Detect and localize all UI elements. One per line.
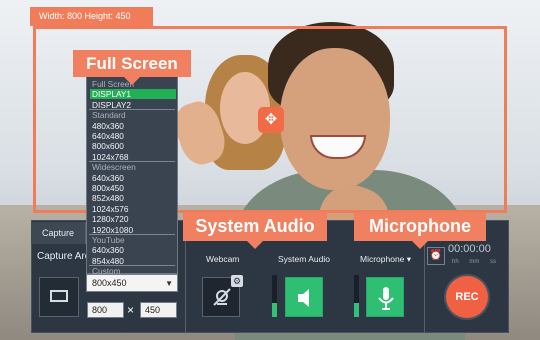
microphone-icon[interactable]: [366, 277, 404, 317]
capture-area-select[interactable]: 800x450 ▼: [86, 274, 178, 292]
microphone-callout: Microphone: [354, 212, 486, 249]
capture-area-icon[interactable]: [39, 277, 79, 317]
microphone-volume-fill: [354, 303, 359, 317]
dropdown-divider: [89, 161, 175, 163]
selected-capture-size: 800x450: [92, 278, 127, 288]
rec-button[interactable]: REC: [446, 276, 488, 318]
system-audio-volume[interactable]: [272, 275, 277, 317]
dropdown-option[interactable]: 1024x576: [90, 204, 176, 214]
dropdown-divider: [89, 265, 175, 267]
dropdown-option[interactable]: 640x360: [90, 173, 176, 183]
capture-area-dropdown[interactable]: Full Screen DISPLAY1 DISPLAY2 Standard 480x3…: [86, 74, 178, 276]
timer-unit-seconds: ss: [490, 259, 497, 265]
recording-timer: 00:00:00: [448, 243, 491, 255]
microphone-volume[interactable]: [354, 275, 359, 317]
dropdown-divider: [89, 109, 175, 111]
timer-unit-minutes: mm: [469, 259, 480, 265]
dropdown-option[interactable]: 800x450: [90, 183, 176, 193]
webcam-label: Webcam: [206, 254, 240, 264]
dropdown-group-header: Widescreen: [92, 162, 136, 173]
dropdown-group-header: Standard: [92, 110, 126, 121]
dropdown-option[interactable]: 480x360: [90, 121, 176, 131]
times-symbol: ×: [127, 303, 135, 317]
dropdown-group-header: YouTube: [92, 235, 125, 245]
system-audio-callout: System Audio: [183, 212, 327, 249]
microphone-label[interactable]: Microphone ▾: [360, 254, 411, 265]
tab-capture[interactable]: Capture: [31, 222, 86, 244]
move-icon[interactable]: ✥: [258, 107, 284, 133]
timer-unit-hours: hh: [452, 259, 459, 265]
full-screen-callout: Full Screen: [73, 50, 191, 85]
dropdown-divider: [89, 234, 175, 235]
capture-width-input[interactable]: 800: [87, 302, 124, 318]
capture-height-input[interactable]: 450: [140, 302, 177, 318]
dropdown-option[interactable]: 640x360: [90, 245, 176, 255]
system-audio-volume-fill: [272, 303, 277, 317]
dropdown-option[interactable]: DISPLAY1: [90, 89, 176, 100]
speaker-icon[interactable]: [285, 277, 323, 317]
system-audio-label: System Audio: [278, 254, 330, 264]
gear-icon[interactable]: ⚙: [231, 275, 243, 287]
timer-units: hh mm ss: [452, 259, 505, 265]
dropdown-option[interactable]: 800x600: [90, 141, 176, 151]
dropdown-option[interactable]: 1280x720: [90, 214, 176, 224]
alarm-clock-icon[interactable]: ⏰: [427, 247, 445, 265]
dropdown-option[interactable]: 852x480: [90, 193, 176, 203]
chevron-down-icon: ▼: [165, 279, 173, 288]
capture-dimensions-label: Width: 800 Height: 450: [30, 7, 153, 26]
dropdown-option[interactable]: 640x480: [90, 131, 176, 141]
